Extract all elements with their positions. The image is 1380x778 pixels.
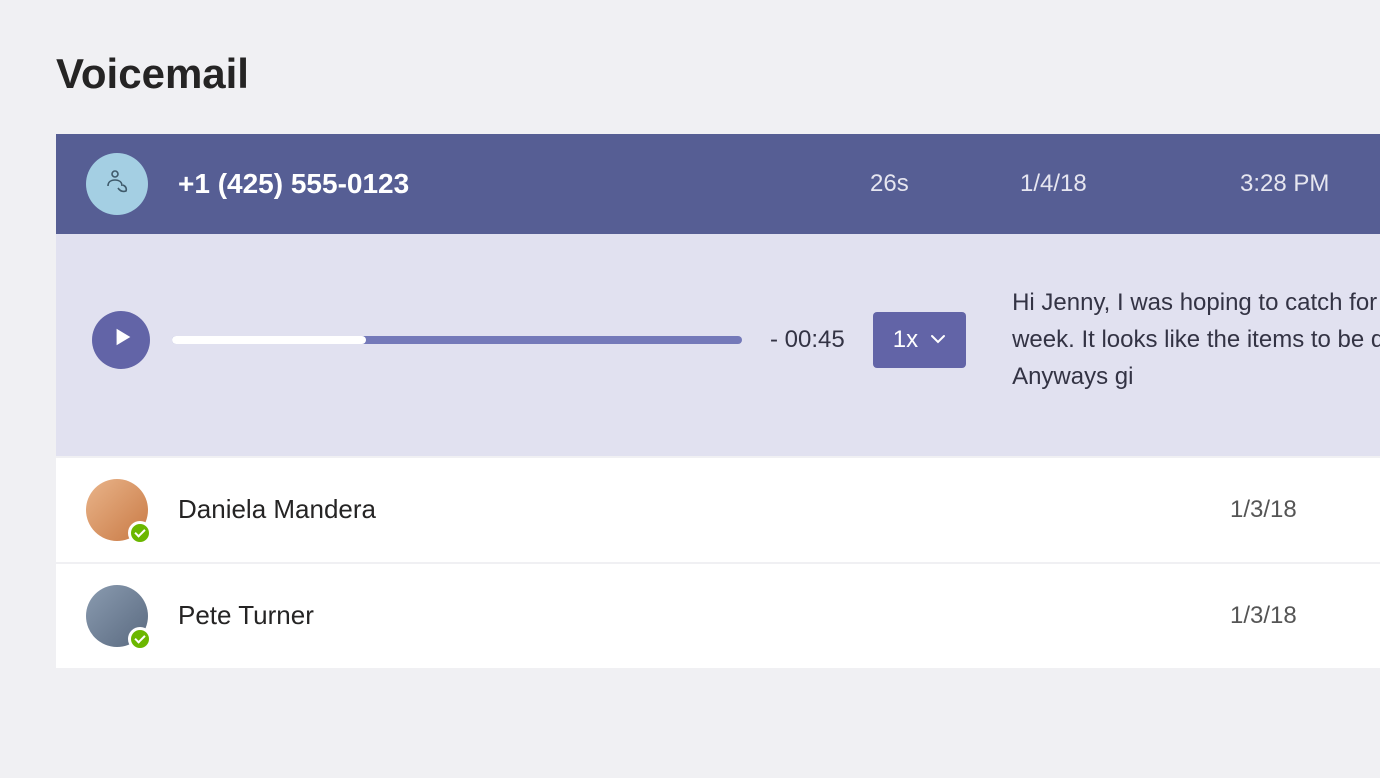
caller-number: +1 (425) 555-0123 [178,168,870,200]
playback-speed-label: 1x [893,326,918,354]
playback-speed-button[interactable]: 1x [873,312,966,368]
chevron-down-icon [930,326,946,354]
voicemail-row-selected[interactable]: +1 (425) 555-0123 26s 1/4/18 3:28 PM [56,134,1380,234]
play-icon [108,326,134,353]
presence-available-icon [128,521,152,545]
voicemail-caller-icon [101,166,133,203]
voicemail-player-panel: - 00:45 1x Hi Jenny, I was hoping to cat… [56,234,1380,456]
voicemail-time: 3:28 PM [1240,170,1350,198]
voicemail-transcript: Hi Jenny, I was hoping to catch for next… [1012,284,1380,396]
caller-name: Daniela Mandera [178,494,1230,525]
voicemail-duration: 26s [870,170,1020,198]
voicemail-date: 1/3/18 [1230,496,1350,524]
voicemail-row[interactable]: Pete Turner 1/3/18 [56,562,1380,668]
voicemail-date: 1/4/18 [1020,170,1240,198]
avatar [86,479,148,541]
presence-available-icon [128,627,152,651]
play-button[interactable] [92,311,150,369]
page-title: Voicemail [56,50,1380,98]
playback-progress-fill [172,336,366,344]
avatar [86,585,148,647]
time-remaining: - 00:45 [770,326,845,354]
caller-avatar-unknown [86,153,148,215]
playback-progress-track[interactable] [172,336,742,344]
voicemail-row[interactable]: Daniela Mandera 1/3/18 [56,456,1380,562]
caller-name: Pete Turner [178,600,1230,631]
voicemail-list: +1 (425) 555-0123 26s 1/4/18 3:28 PM - 0… [56,134,1380,668]
voicemail-date: 1/3/18 [1230,602,1350,630]
